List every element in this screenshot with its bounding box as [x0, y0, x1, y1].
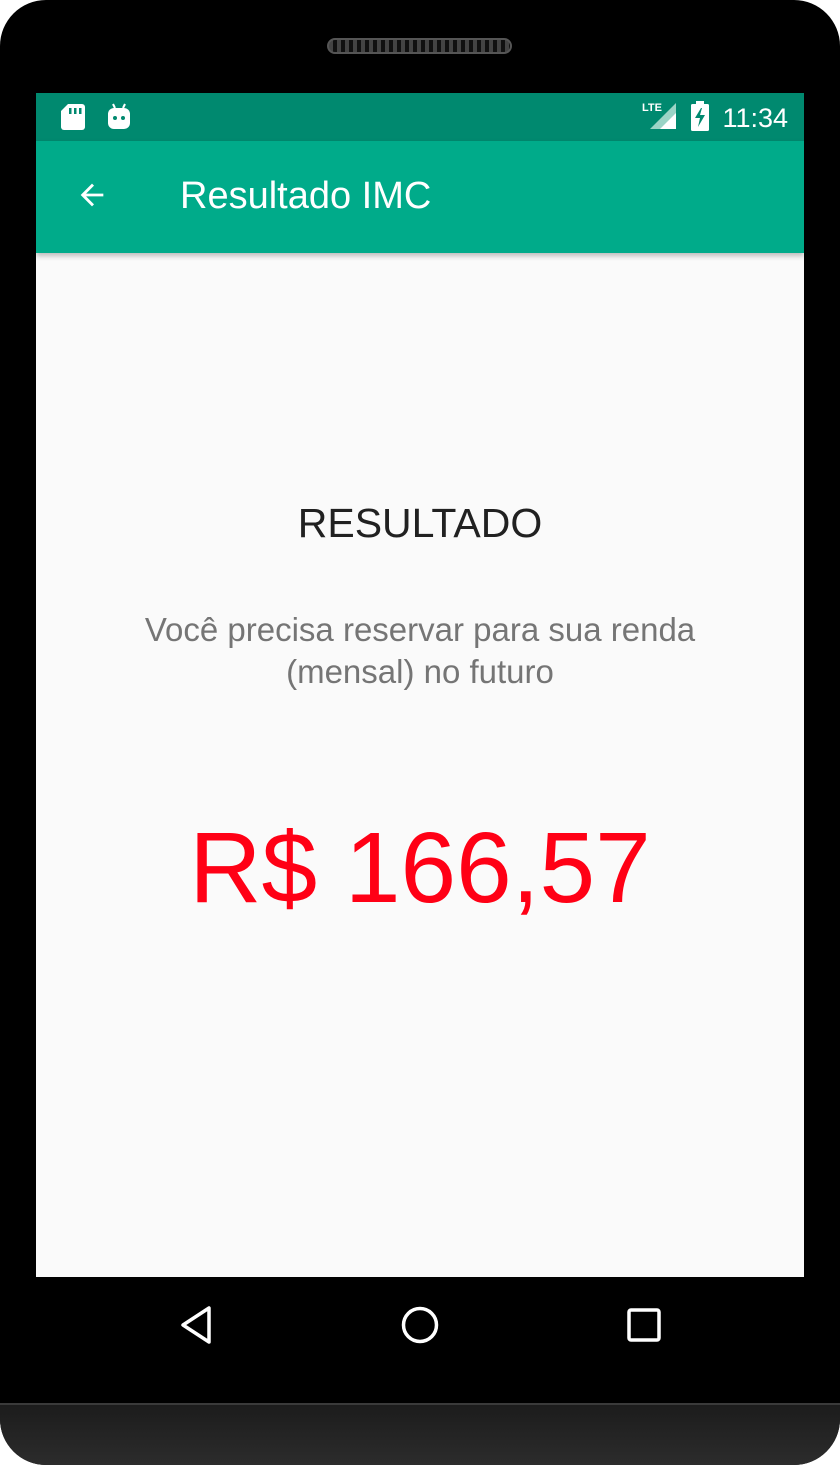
earpiece-speaker — [327, 38, 512, 54]
bottom-bezel — [0, 1403, 840, 1465]
result-heading: RESULTADO — [297, 500, 543, 546]
navigation-bar — [36, 1277, 804, 1377]
nav-back-button[interactable] — [169, 1299, 225, 1355]
battery-charging-icon — [690, 101, 710, 136]
svg-text:LTE: LTE — [642, 102, 662, 114]
app-bar: Resultado IMC — [36, 141, 804, 253]
nav-recents-button[interactable] — [616, 1299, 672, 1355]
back-button[interactable] — [64, 169, 120, 225]
android-debug-icon — [106, 103, 132, 136]
result-amount: R$ 166,57 — [189, 812, 651, 924]
status-bar: LTE 11:34 — [36, 93, 804, 141]
page-title: Resultado IMC — [180, 175, 432, 217]
lte-signal-icon: LTE — [642, 101, 678, 136]
screen: LTE 11:34 Resultado IMC RESULTADO Você p… — [36, 93, 804, 1277]
back-triangle-icon — [179, 1305, 215, 1350]
result-content: RESULTADO Você precisa reservar para sua… — [36, 253, 804, 1277]
status-clock: 11:34 — [722, 103, 788, 133]
home-circle-icon — [400, 1305, 440, 1350]
recents-square-icon — [626, 1307, 662, 1348]
phone-frame: LTE 11:34 Resultado IMC RESULTADO Você p… — [0, 0, 840, 1465]
sd-card-icon — [60, 103, 86, 136]
result-message: Você precisa reservar para sua renda (me… — [144, 611, 696, 690]
nav-home-button[interactable] — [392, 1299, 448, 1355]
arrow-back-icon — [75, 178, 109, 217]
